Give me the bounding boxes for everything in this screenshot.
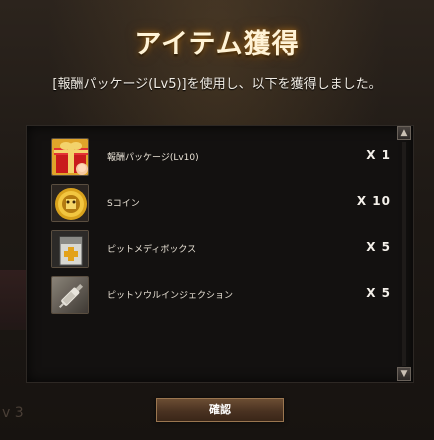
item-name: ピットソウルインジェクション [107, 291, 234, 301]
item-name: 報酬パッケージ(Lv10) [107, 153, 199, 163]
medbox-icon [51, 230, 89, 268]
item-name: ピットメディボックス [107, 245, 197, 255]
item-acquired-dialog: アイテム獲得 [報酬パッケージ(Lv5)]を使用し、以下を獲得しました。 報酬パ… [0, 0, 434, 440]
item-name: Sコイン [107, 199, 140, 209]
injection-icon [51, 276, 89, 314]
scroll-down-icon[interactable]: ▼ [397, 367, 411, 381]
list-scrollbar[interactable]: ▲ ▼ [397, 126, 411, 382]
gift-box-icon [51, 138, 89, 176]
confirm-button[interactable]: 確認 [156, 398, 284, 422]
item-quantity: X 1 [366, 148, 391, 162]
list-item: 報酬パッケージ(Lv10) X 1 [51, 138, 391, 178]
list-item: Sコイン X 10 [51, 184, 391, 224]
dialog-message: [報酬パッケージ(Lv5)]を使用し、以下を獲得しました。 [52, 77, 382, 92]
item-quantity: X 5 [366, 240, 391, 254]
item-quantity: X 5 [366, 286, 391, 300]
list-item: ピットメディボックス X 5 [51, 230, 391, 270]
scroll-track[interactable] [402, 142, 406, 366]
item-quantity: X 10 [356, 194, 391, 208]
list-item: ピットソウルインジェクション X 5 [51, 276, 391, 316]
scroll-up-icon[interactable]: ▲ [397, 126, 411, 140]
reward-list: 報酬パッケージ(Lv10) X 1 Sコイン X 10 ピットメディボックス X… [26, 125, 414, 383]
dialog-title: アイテム獲得 [134, 29, 300, 60]
coin-icon [51, 184, 89, 222]
